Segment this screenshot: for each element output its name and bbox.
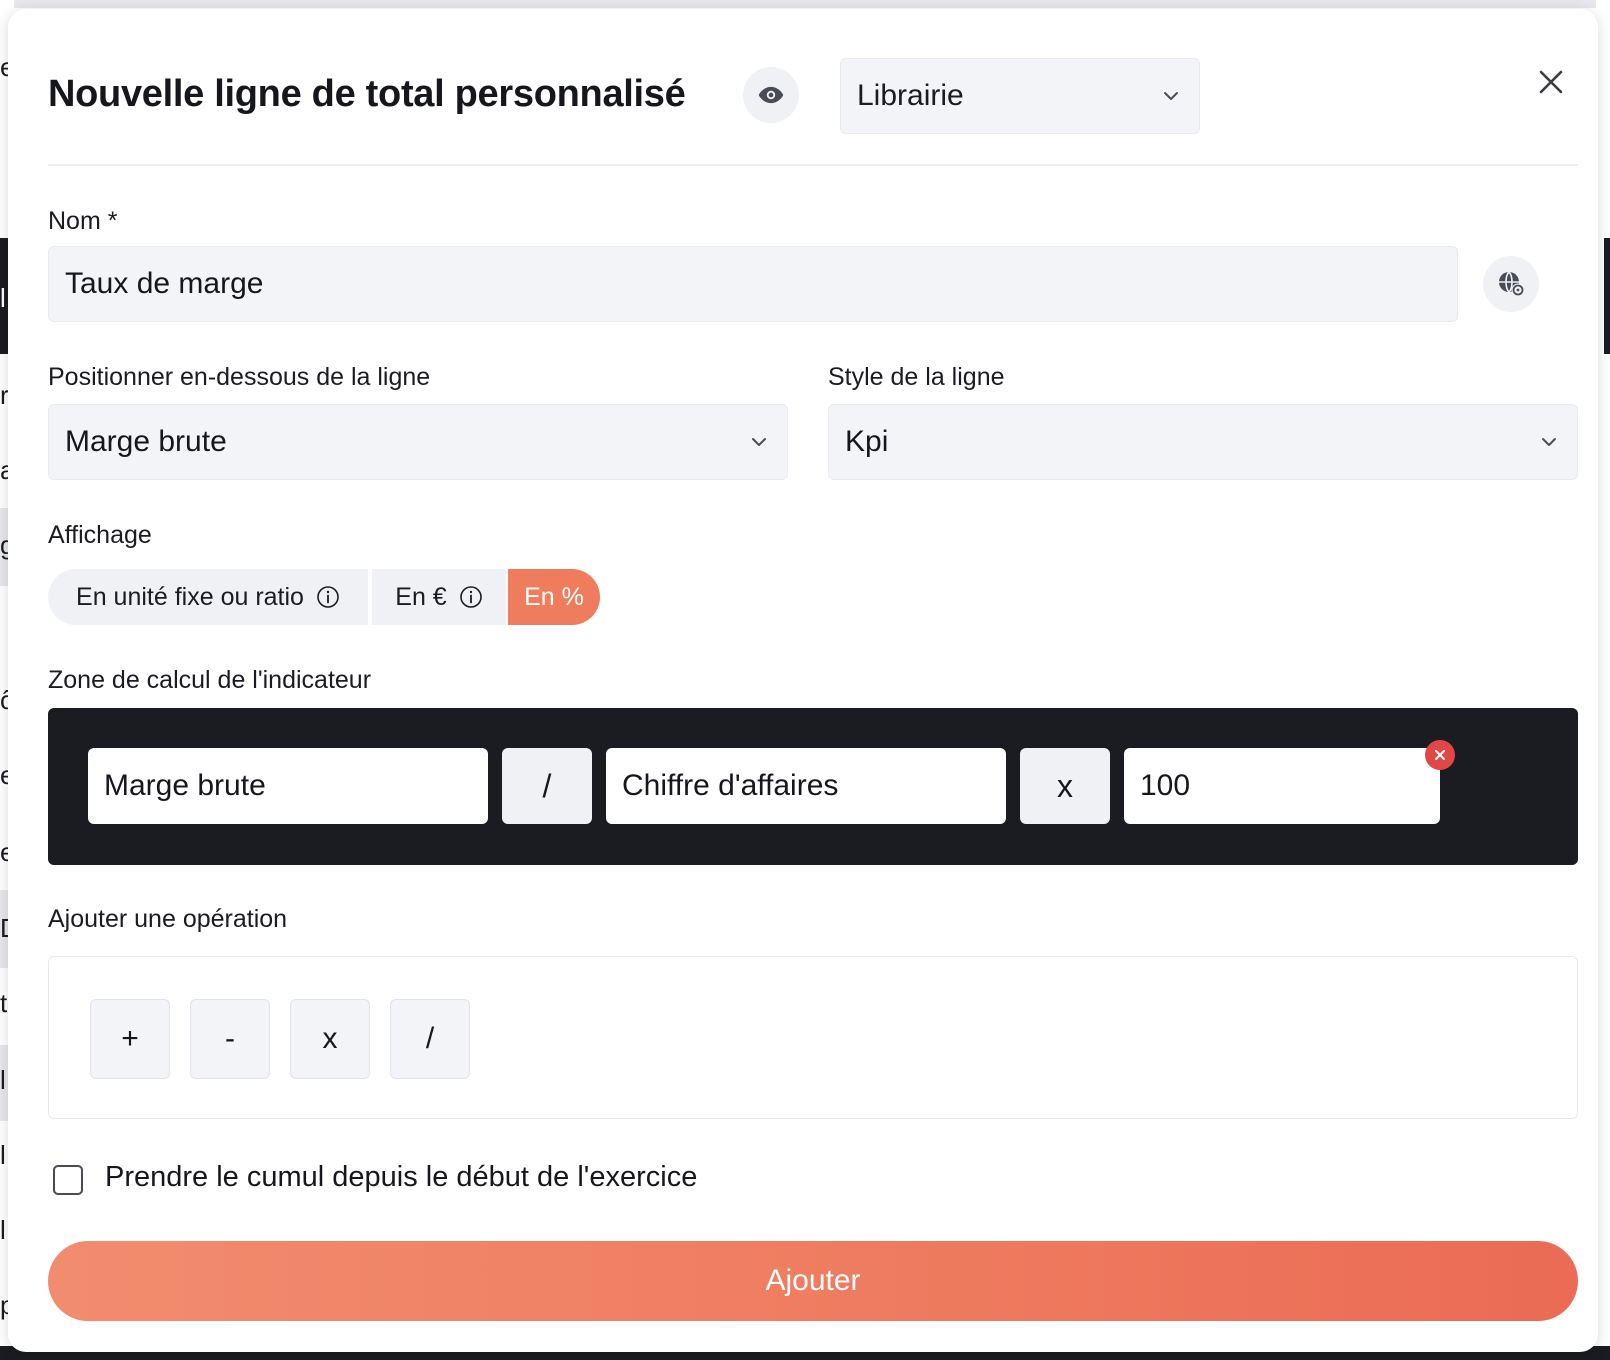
- add-divide-button[interactable]: /: [390, 999, 470, 1079]
- position-label: Positionner en-dessous de la ligne: [48, 363, 431, 391]
- add-button-label: Ajouter: [765, 1264, 861, 1297]
- operator-label: /: [425, 1022, 435, 1055]
- chevron-down-icon: [1542, 438, 1556, 446]
- style-label: Style de la ligne: [828, 363, 1005, 391]
- close-button[interactable]: [1534, 65, 1568, 99]
- background-dark-block: [1604, 238, 1610, 354]
- translate-button[interactable]: [1483, 256, 1539, 312]
- style-select[interactable]: Kpi: [828, 404, 1578, 480]
- close-icon: [1435, 750, 1445, 760]
- globe-icon: [1499, 271, 1525, 297]
- name-label: Nom *: [48, 207, 118, 235]
- operator-label: +: [121, 1022, 139, 1055]
- close-icon: [1539, 70, 1563, 94]
- modal-header: Nouvelle ligne de total personnalisé Lib…: [48, 49, 1578, 135]
- display-option-label: En %: [524, 582, 584, 611]
- calc-token-label: /: [542, 767, 552, 804]
- calc-zone: Marge brute / Chiffre d'affaires x 100: [48, 708, 1578, 865]
- cumulative-checkbox[interactable]: [53, 1165, 83, 1195]
- background-top-bar: [0, 0, 1610, 8]
- style-select-value: Kpi: [845, 425, 889, 458]
- calc-token-label: 100: [1140, 769, 1191, 802]
- library-select[interactable]: Librairie: [840, 58, 1200, 134]
- name-input-value: Taux de marge: [65, 267, 264, 300]
- operator-label: -: [225, 1022, 235, 1055]
- header-divider: [48, 164, 1578, 166]
- calc-token-label: x: [1057, 767, 1073, 804]
- chevron-down-icon: [752, 438, 766, 446]
- calc-token-label: Chiffre d'affaires: [622, 769, 839, 802]
- operator-label: x: [322, 1022, 338, 1055]
- display-label: Affichage: [48, 521, 152, 549]
- add-multiply-button[interactable]: x: [290, 999, 370, 1079]
- display-option-euro[interactable]: En €: [372, 569, 506, 625]
- display-option-label: En unité fixe ou ratio: [76, 582, 304, 611]
- remove-token-button[interactable]: [1425, 740, 1455, 770]
- calc-token-operand[interactable]: Marge brute: [88, 748, 488, 824]
- display-option-percent[interactable]: En %: [508, 569, 600, 625]
- add-plus-button[interactable]: +: [90, 999, 170, 1079]
- cumulative-checkbox-label[interactable]: Prendre le cumul depuis le début de l'ex…: [105, 1161, 697, 1194]
- position-select[interactable]: Marge brute: [48, 404, 788, 480]
- add-operation-label: Ajouter une opération: [48, 905, 288, 933]
- preview-button[interactable]: [743, 67, 799, 123]
- chevron-down-icon: [1164, 92, 1178, 100]
- display-option-fixed-unit[interactable]: En unité fixe ou ratio: [48, 569, 368, 625]
- calc-token-operand[interactable]: Chiffre d'affaires: [606, 748, 1006, 824]
- position-select-value: Marge brute: [65, 425, 227, 458]
- info-icon: [317, 586, 339, 608]
- calc-token-label: Marge brute: [104, 769, 266, 802]
- eye-icon: [758, 86, 784, 104]
- operators-panel: + - x /: [48, 956, 1578, 1119]
- background-right-column: [1596, 0, 1610, 1360]
- calc-token-operator[interactable]: x: [1020, 748, 1110, 824]
- modal-title: Nouvelle ligne de total personnalisé: [48, 73, 686, 115]
- calc-token-operator[interactable]: /: [502, 748, 592, 824]
- library-select-value: Librairie: [857, 79, 964, 112]
- display-option-label: En €: [395, 582, 447, 611]
- custom-total-line-modal: Nouvelle ligne de total personnalisé Lib…: [8, 9, 1598, 1352]
- add-button[interactable]: Ajouter: [48, 1241, 1578, 1321]
- add-minus-button[interactable]: -: [190, 999, 270, 1079]
- calc-token-operand[interactable]: 100: [1124, 748, 1440, 824]
- calc-zone-label: Zone de calcul de l'indicateur: [48, 666, 372, 694]
- name-input[interactable]: Taux de marge: [48, 246, 1458, 322]
- info-icon: [459, 586, 482, 608]
